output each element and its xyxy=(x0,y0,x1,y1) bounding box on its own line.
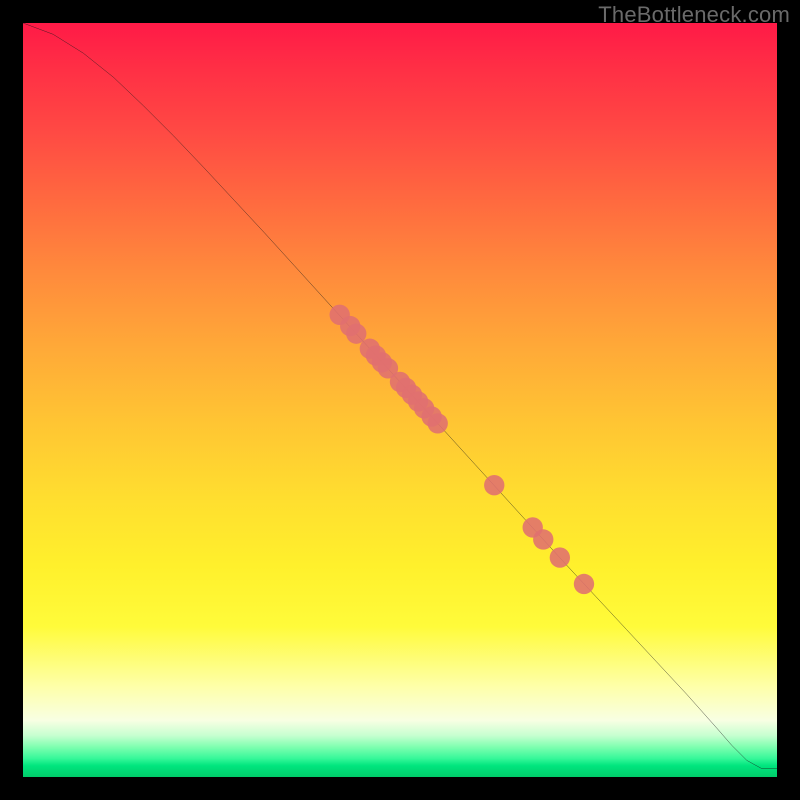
attribution-text: TheBottleneck.com xyxy=(598,2,790,28)
data-marker xyxy=(574,574,594,594)
data-marker xyxy=(484,475,504,495)
plot-area xyxy=(23,23,777,777)
data-marker xyxy=(346,323,366,343)
data-marker xyxy=(428,413,448,433)
data-markers xyxy=(330,305,595,595)
data-marker xyxy=(533,529,553,549)
curve-layer xyxy=(23,23,777,777)
data-marker xyxy=(550,547,570,567)
chart-stage: TheBottleneck.com xyxy=(0,0,800,800)
